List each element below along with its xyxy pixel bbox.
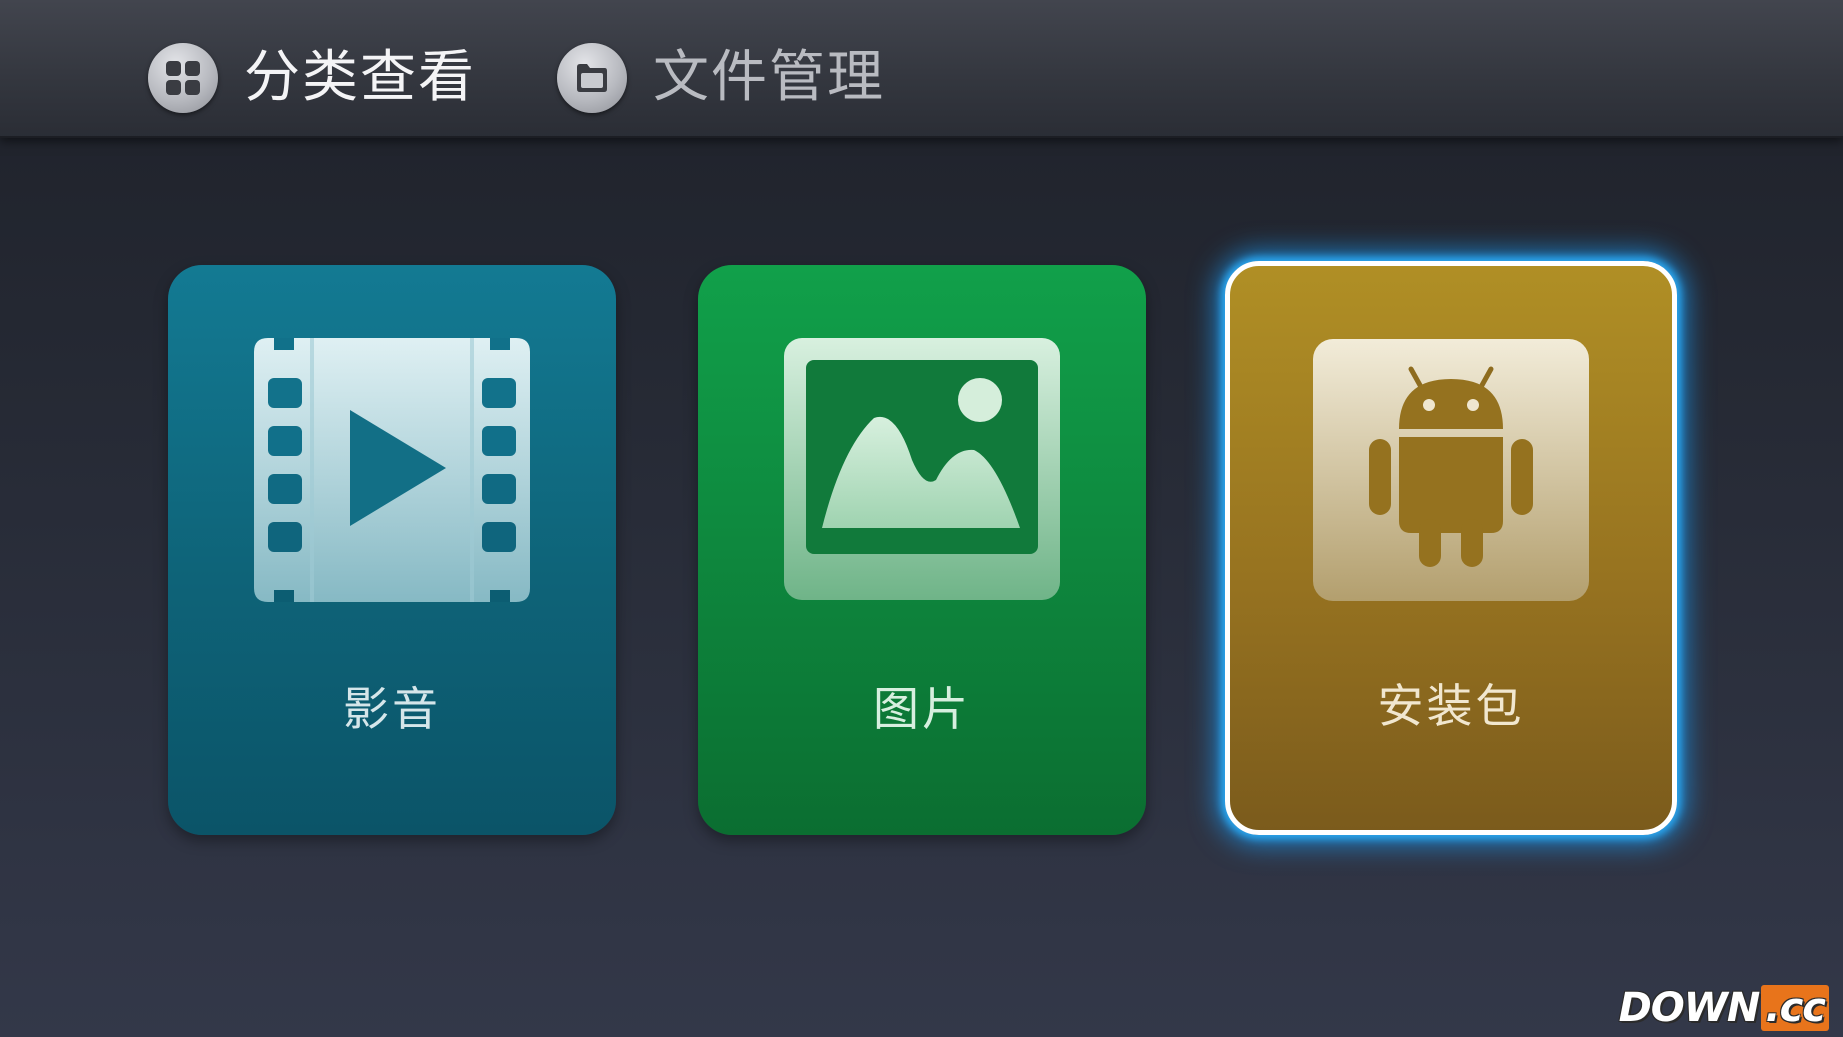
folder-icon (557, 43, 627, 113)
tab-category-view[interactable]: 分类查看 (148, 38, 476, 118)
category-card-picture[interactable]: 图片 (698, 265, 1146, 835)
picture-icon (784, 338, 1060, 604)
category-label-apk: 安装包 (1377, 679, 1525, 733)
category-label-picture: 图片 (873, 682, 971, 736)
category-card-apk[interactable]: 安装包 (1225, 261, 1677, 835)
category-label-video: 影音 (343, 682, 441, 736)
film-play-icon (254, 338, 530, 606)
tab-file-manager-label: 文件管理 (653, 45, 885, 110)
android-icon (1313, 339, 1589, 605)
tab-category-view-label: 分类查看 (244, 45, 476, 110)
top-tab-bar: 分类查看 文件管理 (0, 0, 1843, 138)
tab-file-manager[interactable]: 文件管理 (557, 38, 885, 118)
category-card-video[interactable]: 影音 (168, 265, 616, 835)
watermark-main: DOWN (1618, 985, 1761, 1031)
watermark-suffix: .cc (1761, 985, 1829, 1031)
grid-icon (148, 43, 218, 113)
watermark-logo: DOWN .cc (1619, 985, 1829, 1031)
